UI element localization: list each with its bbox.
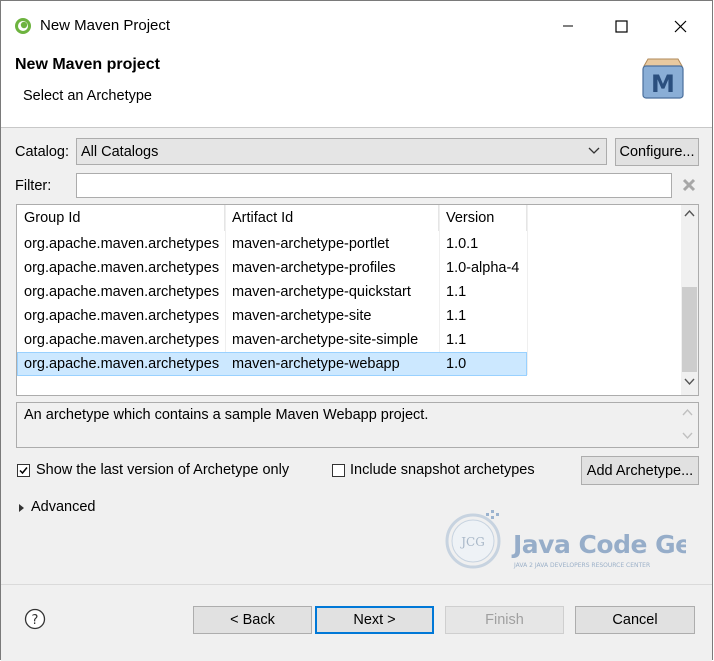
checkmark-icon [19,467,28,475]
archetype-table[interactable]: Group Id Artifact Id Version org.apache.… [16,204,699,396]
java-code-geeks-logo: JCG Java Code Geeks JAVA 2 JAVA DEVELOPE… [445,510,686,569]
cell-version: 1.1 [446,332,467,348]
cancel-button[interactable]: Cancel [575,606,695,634]
watermark-tagline: JAVA 2 JAVA DEVELOPERS RESOURCE CENTER [513,562,650,569]
scroll-down-icon[interactable] [684,378,695,386]
table-row[interactable]: org.apache.maven.archetypes maven-archet… [17,256,527,280]
eclipse-spring-icon [15,18,31,34]
column-header-artifact-id[interactable]: Artifact Id [225,205,439,231]
scrollbar-thumb[interactable] [682,287,697,372]
cell-group-id: org.apache.maven.archetypes [24,356,220,372]
column-divider [527,205,528,375]
cell-group-id: org.apache.maven.archetypes [24,284,220,300]
cell-artifact-id: maven-archetype-quickstart [232,284,411,300]
minimize-icon [563,25,573,27]
watermark-title: Java Code Geeks [511,530,686,559]
window-title: New Maven Project [40,17,171,34]
page-title: New Maven project [15,56,160,73]
close-button[interactable] [665,13,695,39]
advanced-section-toggle[interactable]: Advanced [31,499,96,515]
finish-button[interactable]: Finish [445,606,564,634]
column-header-version[interactable]: Version [439,205,527,231]
scroll-up-icon[interactable] [684,209,695,217]
add-archetype-button[interactable]: Add Archetype... [581,456,699,485]
cell-artifact-id: maven-archetype-site-simple [232,332,419,348]
include-snapshot-label[interactable]: Include snapshot archetypes [350,462,535,478]
title-bar: New Maven Project [1,1,712,51]
maximize-button[interactable] [606,13,636,39]
cell-version: 1.0-alpha-4 [446,260,520,276]
cell-group-id: org.apache.maven.archetypes [24,260,220,276]
wizard-header: New Maven project Select an Archetype M [1,51,712,128]
help-icon[interactable]: ? [24,608,46,630]
archetype-description: An archetype which contains a sample Mav… [16,402,699,448]
cell-artifact-id: maven-archetype-profiles [232,260,396,276]
description-text: An archetype which contains a sample Mav… [24,407,429,423]
dialog-window: New Maven Project New Maven project Sele… [0,0,713,661]
close-icon [674,20,686,32]
cell-group-id: org.apache.maven.archetypes [24,308,220,324]
expand-triangle-icon[interactable] [18,503,26,513]
configure-button[interactable]: Configure... [615,138,699,166]
minimize-button[interactable] [553,13,583,39]
maven-m-icon: M [642,58,684,99]
back-button[interactable]: < Back [193,606,312,634]
maximize-icon [614,19,628,33]
cell-group-id: org.apache.maven.archetypes [24,332,220,348]
catalog-selected-value: All Catalogs [81,144,159,160]
cell-version: 1.1 [446,284,467,300]
table-header: Group Id Artifact Id Version [17,205,683,231]
catalog-label: Catalog: [15,144,70,160]
show-last-version-checkbox[interactable] [17,464,30,477]
cell-group-id: org.apache.maven.archetypes [24,236,220,252]
cell-version: 1.0.1 [446,236,479,252]
table-row[interactable]: org.apache.maven.archetypes maven-archet… [17,232,527,256]
include-snapshot-checkbox[interactable] [332,464,345,477]
page-subtitle: Select an Archetype [23,88,152,104]
cell-version: 1.0 [446,356,467,372]
table-row[interactable]: org.apache.maven.archetypes maven-archet… [17,280,527,304]
cell-artifact-id: maven-archetype-webapp [232,356,400,372]
column-header-group-id[interactable]: Group Id [17,205,225,231]
table-row[interactable]: org.apache.maven.archetypes maven-archet… [17,328,527,352]
filter-input[interactable] [76,173,672,198]
catalog-select[interactable]: All Catalogs [76,138,607,165]
filter-label: Filter: [15,178,52,194]
watermark-badge: JCG [459,535,485,549]
scroll-down-icon[interactable] [682,432,693,440]
table-row-selected[interactable]: org.apache.maven.archetypes maven-archet… [17,352,527,376]
table-vertical-scrollbar[interactable] [681,205,698,395]
clear-filter-icon[interactable] [681,177,697,193]
svg-text:?: ? [32,613,39,628]
table-row[interactable]: org.apache.maven.archetypes maven-archet… [17,304,527,328]
show-last-version-label[interactable]: Show the last version of Archetype only [36,462,289,478]
svg-text:M: M [651,70,675,98]
cell-artifact-id: maven-archetype-portlet [232,236,390,252]
next-button[interactable]: Next > [315,606,434,634]
cell-artifact-id: maven-archetype-site [232,308,372,324]
scroll-up-icon[interactable] [682,408,693,416]
chevron-down-icon [588,147,600,154]
cell-version: 1.1 [446,308,467,324]
